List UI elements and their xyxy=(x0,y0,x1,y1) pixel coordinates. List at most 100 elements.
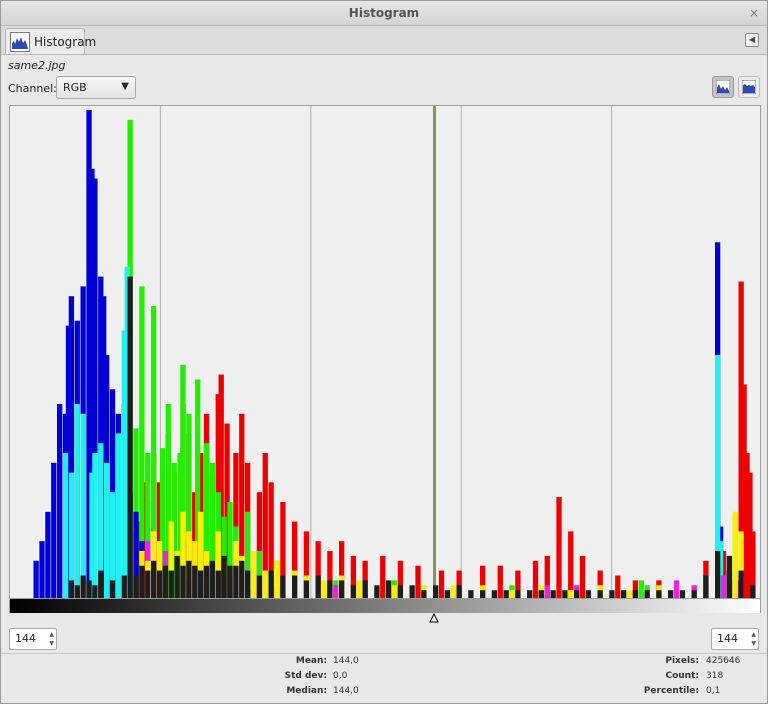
bar-black xyxy=(98,570,104,598)
bar-blue xyxy=(33,560,39,598)
bar-red xyxy=(438,570,445,598)
histogram-chart xyxy=(33,106,756,598)
bar-black xyxy=(750,585,756,598)
bar-black xyxy=(233,565,239,598)
bar-black xyxy=(491,590,498,598)
bar-blue xyxy=(51,462,57,598)
value-gradient-bar[interactable] xyxy=(9,599,761,613)
bar-cyan xyxy=(74,404,80,598)
bar-black xyxy=(92,585,98,598)
window-title: Histogram xyxy=(348,6,420,20)
bar-black xyxy=(168,570,174,598)
bar-black xyxy=(374,585,380,598)
stddev-value: 0,0 xyxy=(333,671,348,681)
range-end-value: 144 xyxy=(717,632,738,645)
bar-black xyxy=(174,555,180,598)
bar-cyan xyxy=(62,453,69,598)
bar-black xyxy=(156,570,163,598)
bar-yellow xyxy=(321,580,327,598)
bar-red xyxy=(497,565,503,598)
bar-black xyxy=(198,570,204,598)
bar-black xyxy=(621,590,627,598)
range-start-spinbox[interactable]: 144 ▲ ▼ xyxy=(9,628,57,650)
bar-black xyxy=(121,575,127,598)
close-icon[interactable]: × xyxy=(749,1,759,25)
bar-black xyxy=(421,590,427,598)
channel-select[interactable]: RGB ▼ xyxy=(56,76,136,99)
bar-black xyxy=(221,555,227,598)
tab-label: Histogram xyxy=(34,34,97,49)
bar-black xyxy=(80,575,86,598)
bar-cyan xyxy=(115,433,122,598)
bar-black xyxy=(691,590,697,598)
bar-black xyxy=(574,590,580,598)
bar-cyan xyxy=(68,472,75,598)
bar-blue xyxy=(45,511,51,598)
log-histogram-button[interactable] xyxy=(738,76,760,98)
bar-blue xyxy=(39,541,45,598)
bar-black xyxy=(386,580,392,598)
bar-yellow xyxy=(450,585,456,598)
bar-black xyxy=(585,590,592,598)
count-label: Count: xyxy=(665,671,699,681)
bar-black xyxy=(433,585,439,598)
bar-yellow xyxy=(391,585,398,598)
bar-black xyxy=(515,590,521,598)
histogram-window: Histogram × Histogram ◀ same2.jpg Channe… xyxy=(0,0,768,704)
bar-cyan xyxy=(104,462,110,598)
bar-black xyxy=(268,570,274,598)
range-end-spinbox[interactable]: 144 ▲ ▼ xyxy=(711,628,759,650)
bar-black xyxy=(327,580,333,598)
bar-black xyxy=(362,580,368,598)
bar-black xyxy=(133,575,139,598)
histogram-view[interactable] xyxy=(9,105,761,599)
bar-red xyxy=(615,575,621,598)
bar-magenta xyxy=(673,580,680,598)
dock-tab-bar: Histogram ◀ xyxy=(1,26,767,55)
percentile-label: Percentile: xyxy=(643,686,699,696)
bar-black xyxy=(668,590,674,598)
bar-black xyxy=(239,560,245,598)
bar-yellow xyxy=(274,560,280,598)
bar-black xyxy=(203,565,210,598)
bar-black xyxy=(726,555,733,598)
bar-black xyxy=(127,276,133,598)
spinner-arrows-icon[interactable]: ▲ ▼ xyxy=(49,630,54,648)
bar-cyan xyxy=(80,413,86,598)
mean-value: 144,0 xyxy=(333,656,359,666)
bar-black xyxy=(703,575,709,598)
bar-green xyxy=(638,580,644,598)
image-filename: same2.jpg xyxy=(8,59,66,72)
linear-histogram-button[interactable] xyxy=(712,76,734,98)
tab-histogram[interactable]: Histogram xyxy=(5,28,96,54)
bar-yellow xyxy=(356,580,362,598)
bar-black xyxy=(180,565,186,598)
bar-black xyxy=(597,590,603,598)
bar-black xyxy=(468,590,474,598)
bar-black xyxy=(86,580,92,598)
bar-black xyxy=(315,575,321,598)
bar-black xyxy=(215,570,221,598)
bar-black xyxy=(303,580,310,598)
bar-black xyxy=(139,565,145,598)
bar-black xyxy=(550,590,556,598)
bar-black xyxy=(397,585,404,598)
count-value: 318 xyxy=(706,671,724,681)
title-bar: Histogram × xyxy=(1,1,767,26)
bar-black xyxy=(245,570,251,598)
bar-black xyxy=(151,560,157,598)
bar-black xyxy=(74,585,80,598)
spinner-arrows-icon[interactable]: ▲ ▼ xyxy=(751,630,756,648)
bar-yellow xyxy=(262,570,268,598)
bar-black xyxy=(679,590,686,598)
bar-black xyxy=(350,585,357,598)
tab-menu-icon[interactable]: ◀ xyxy=(745,33,759,47)
bar-black xyxy=(145,570,151,598)
bar-black xyxy=(209,560,216,598)
bar-black xyxy=(644,590,650,598)
range-marker-icon[interactable] xyxy=(428,613,439,623)
median-label: Median: xyxy=(286,686,327,696)
bar-black xyxy=(503,590,509,598)
bar-black xyxy=(562,590,568,598)
bar-cyan xyxy=(92,453,98,598)
